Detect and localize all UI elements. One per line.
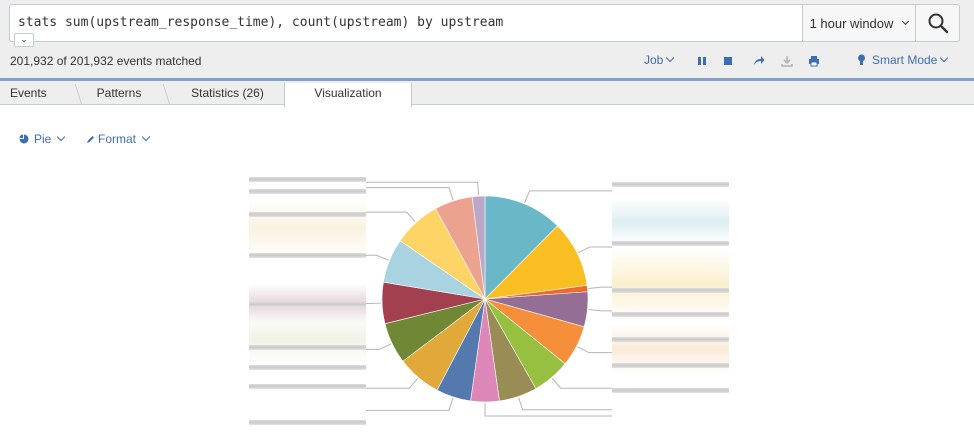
leader-line bbox=[366, 302, 382, 305]
pie-slices bbox=[381, 195, 589, 403]
leader-line bbox=[366, 254, 389, 261]
leader-line bbox=[366, 211, 416, 223]
leader-line bbox=[518, 397, 612, 411]
leader-line bbox=[588, 286, 612, 289]
pie-chart bbox=[366, 181, 612, 417]
leader-line bbox=[366, 377, 419, 389]
leader-line bbox=[366, 343, 392, 350]
leader-line bbox=[588, 309, 612, 312]
leader-line bbox=[366, 181, 480, 196]
leader-line bbox=[366, 397, 454, 411]
leader-line bbox=[577, 346, 612, 354]
leader-line bbox=[524, 190, 612, 204]
leader-line bbox=[577, 246, 612, 254]
leader-line bbox=[551, 377, 612, 389]
leader-line bbox=[366, 187, 454, 201]
